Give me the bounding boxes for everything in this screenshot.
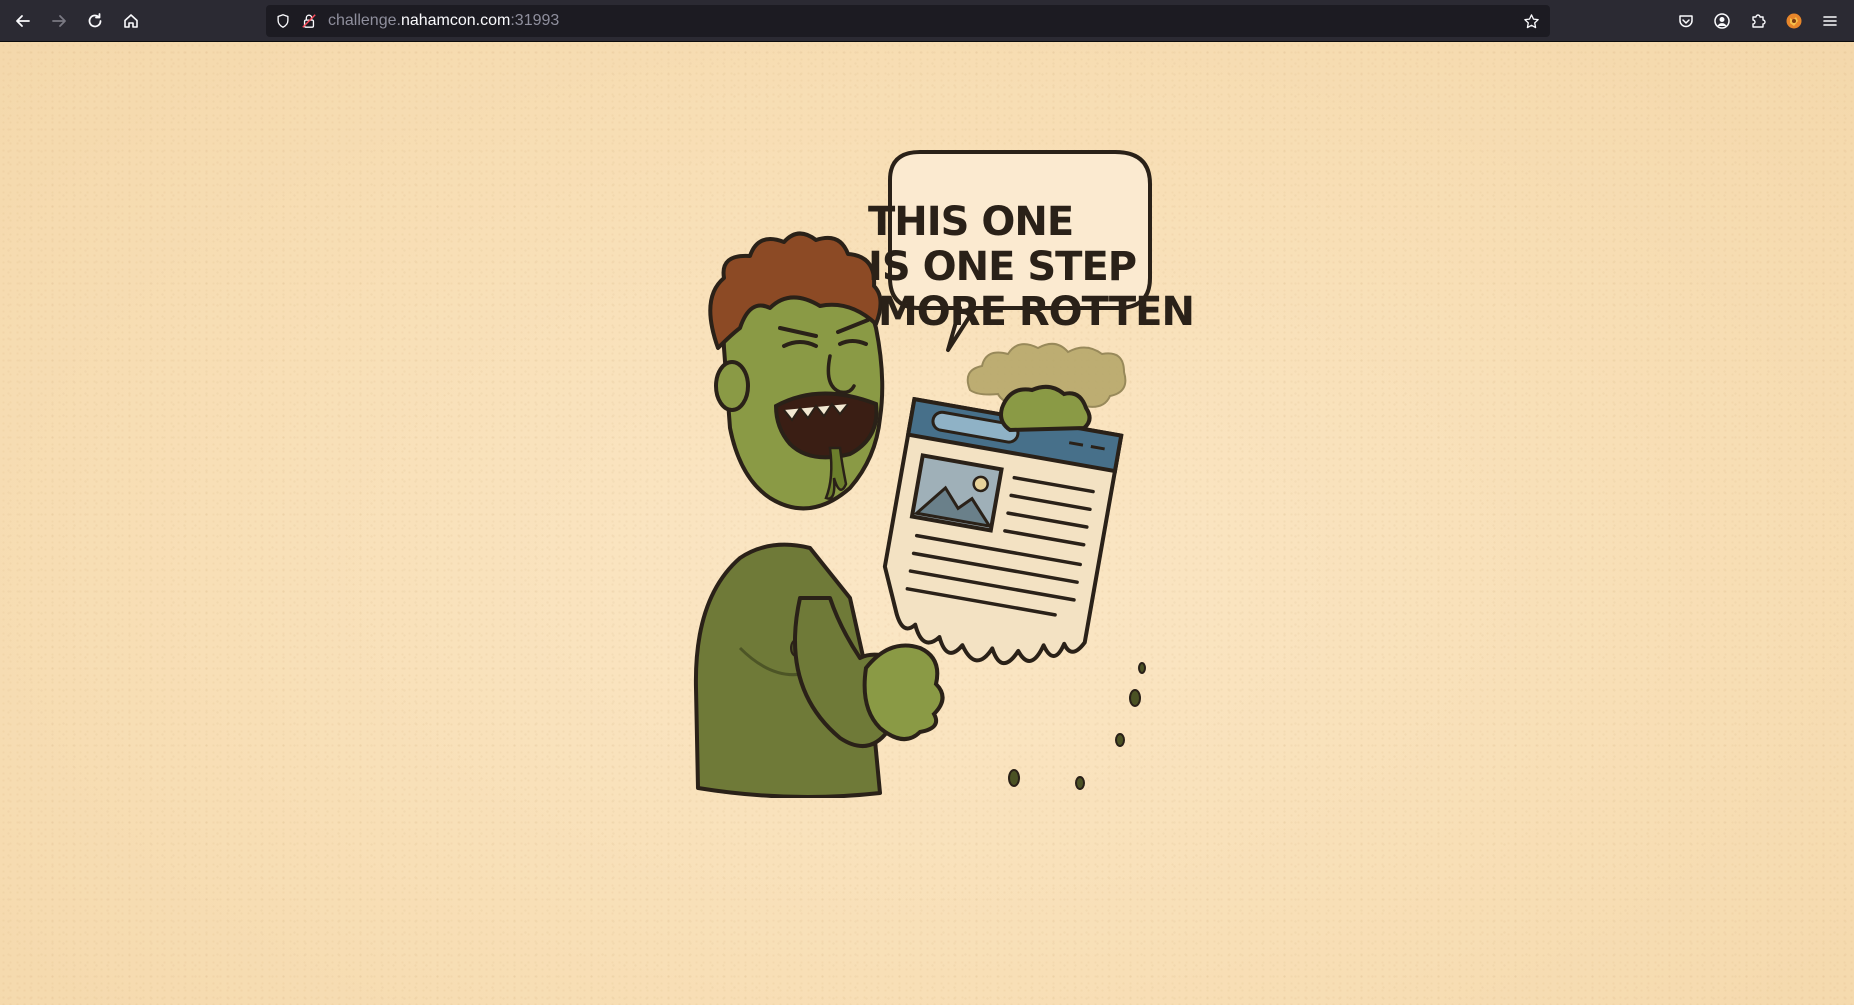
account-icon: [1714, 13, 1730, 29]
fox-extension-icon: [1786, 13, 1802, 29]
account-button[interactable]: [1707, 6, 1737, 36]
app-menu-button[interactable]: [1815, 6, 1845, 36]
zombie-hand-top: [999, 384, 1092, 433]
url-text[interactable]: challenge.nahamcon.com:31993: [328, 5, 559, 37]
hamburger-menu-icon: [1823, 16, 1837, 26]
reload-icon: [88, 13, 102, 28]
address-bar[interactable]: challenge.nahamcon.com:31993: [266, 5, 1550, 37]
browser-toolbar: challenge.nahamcon.com:31993: [0, 0, 1854, 42]
extensions-button[interactable]: [1743, 6, 1773, 36]
speech-line-3: MORE ROTTEN: [878, 289, 1195, 335]
speech-line-1: THIS ONE: [868, 199, 1074, 245]
back-button[interactable]: [8, 6, 38, 36]
webpage-document: [882, 396, 1124, 666]
zombie-hand-front: [862, 643, 945, 741]
arrow-right-icon: [52, 15, 66, 27]
url-port: :31993: [510, 12, 560, 29]
home-icon: [124, 14, 138, 28]
speech-bubble-text: THIS ONE IS ONE STEP MORE ROTTEN: [868, 199, 1195, 335]
pocket-icon: [1679, 15, 1693, 28]
bookmark-star-icon[interactable]: [1522, 12, 1540, 30]
url-host: nahamcon.com: [400, 12, 511, 29]
puzzle-icon: [1752, 14, 1766, 28]
speech-line-2: IS ONE STEP: [868, 244, 1137, 290]
home-button[interactable]: [116, 6, 146, 36]
arrow-left-icon: [16, 15, 30, 27]
insecure-lock-icon[interactable]: [300, 12, 318, 30]
pocket-button[interactable]: [1671, 6, 1701, 36]
forward-button[interactable]: [44, 6, 74, 36]
extension-fox-button[interactable]: [1779, 6, 1809, 36]
url-prefix: challenge.: [328, 12, 401, 29]
reload-button[interactable]: [80, 6, 110, 36]
shield-icon[interactable]: [274, 12, 292, 30]
